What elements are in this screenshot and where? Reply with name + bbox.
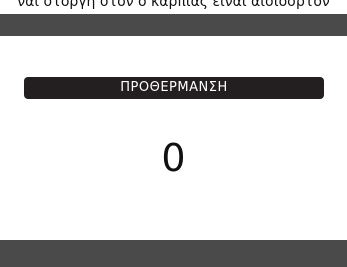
caption-text: ναι στοργή στον ο καρπίας είναι αισιοσρτ… [17, 0, 330, 10]
status-badge: ΠΡΟΘΕΡΜΑΝΣΗ [24, 77, 324, 99]
value-readout: 0 [161, 136, 186, 180]
device-screen: ναι στοργή στον ο καρπίας είναι αισιοσρτ… [0, 0, 347, 267]
caption-strip: ναι στοργή στον ο καρπίας είναι αισιοσρτ… [0, 0, 347, 14]
status-label: ΠΡΟΘΕΡΜΑΝΣΗ [120, 80, 228, 95]
bottom-bar [0, 240, 347, 267]
top-bar [0, 14, 347, 36]
